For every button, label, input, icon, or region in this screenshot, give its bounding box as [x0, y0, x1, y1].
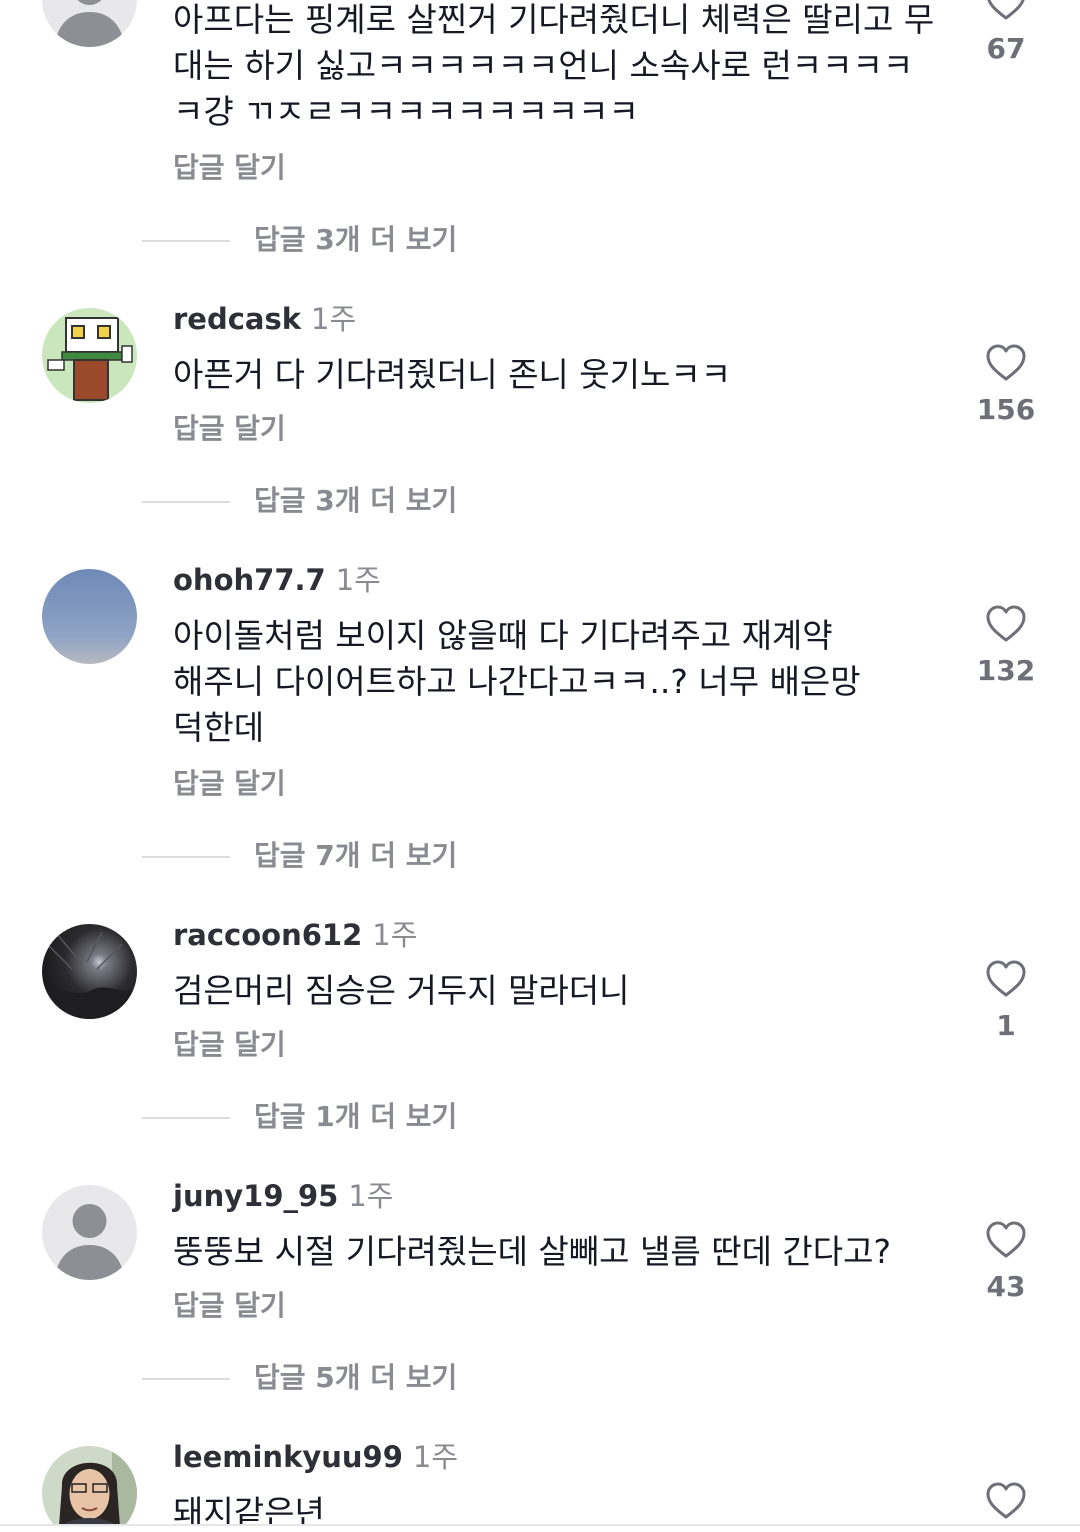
- comment-meta: leeminkyuu99 1주: [173, 1439, 458, 1475]
- bottom-divider: [0, 1524, 1080, 1526]
- comment-text: 돼지같은년: [173, 1493, 325, 1524]
- person-avatar[interactable]: [42, 1446, 137, 1524]
- person-avatar-image: [42, 1446, 137, 1524]
- username[interactable]: leeminkyuu99: [173, 1440, 403, 1474]
- heart-icon: [986, 1482, 1026, 1519]
- comment-item: leeminkyuu99 1주 돼지같은년: [0, 0, 1080, 1524]
- comment-age: 1주: [412, 1440, 459, 1474]
- like-button[interactable]: [958, 1481, 1054, 1521]
